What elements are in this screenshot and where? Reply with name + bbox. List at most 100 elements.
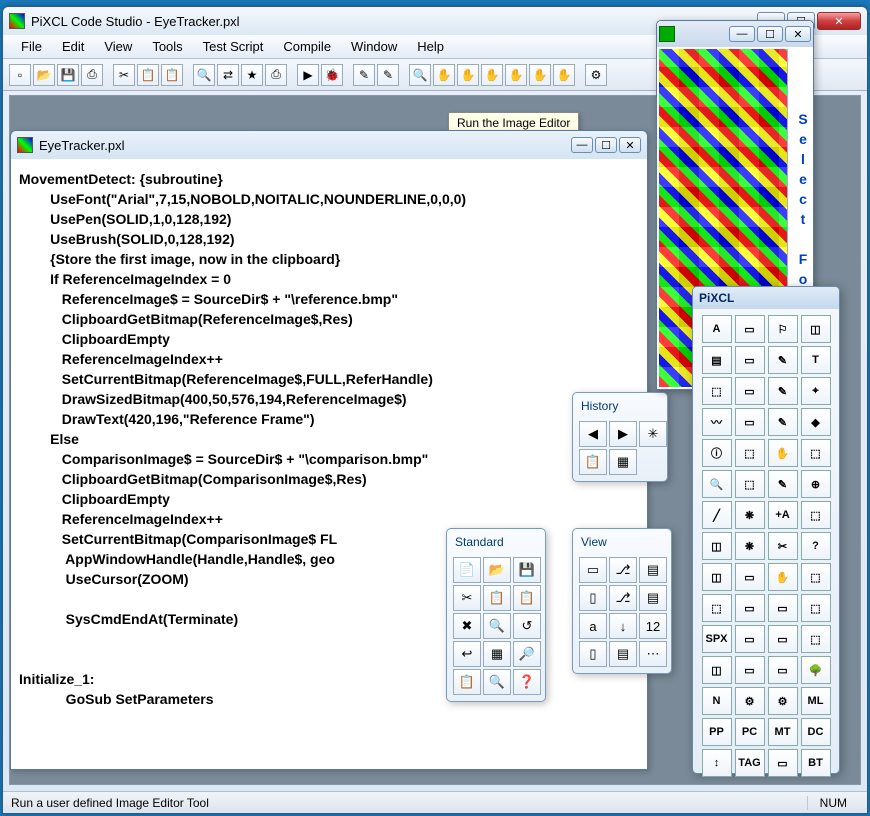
- menu-tools[interactable]: Tools: [142, 36, 192, 57]
- standard-btn-14[interactable]: ❓: [513, 669, 541, 695]
- palette-btn-40[interactable]: SPX: [702, 625, 732, 653]
- palette-btn-20[interactable]: 🔍: [702, 470, 732, 498]
- history-star-button[interactable]: ✳: [639, 421, 667, 447]
- view-btn-9[interactable]: ▯: [579, 641, 607, 667]
- palette-btn-51[interactable]: ML: [801, 687, 831, 715]
- palette-btn-11[interactable]: ⌖: [801, 377, 831, 405]
- palette-btn-59[interactable]: BT: [801, 749, 831, 777]
- view-btn-6[interactable]: a: [579, 613, 607, 639]
- palette-btn-12[interactable]: 〰: [702, 408, 732, 436]
- code-editor[interactable]: MovementDetect: {subroutine} UseFont("Ar…: [11, 159, 647, 769]
- pixcl-maximize-button[interactable]: [757, 26, 783, 42]
- palette-btn-3[interactable]: ◫: [801, 315, 831, 343]
- tb-cut-icon[interactable]: ✂: [113, 64, 135, 86]
- tb-settings-icon[interactable]: ⚙: [585, 64, 607, 86]
- view-btn-7[interactable]: ↓: [609, 613, 637, 639]
- palette-btn-31[interactable]: ?: [801, 532, 831, 560]
- tb-copy-icon[interactable]: 📋: [137, 64, 159, 86]
- history-panel[interactable]: History ◀ ▶ ✳ 📋 ▦: [572, 392, 668, 482]
- palette-btn-29[interactable]: ❋: [735, 532, 765, 560]
- menu-window[interactable]: Window: [341, 36, 407, 57]
- palette-btn-6[interactable]: ✎: [768, 346, 798, 374]
- palette-btn-38[interactable]: ▭: [768, 594, 798, 622]
- standard-btn-4[interactable]: 📋: [483, 585, 511, 611]
- tb-find-icon[interactable]: 🔍: [193, 64, 215, 86]
- palette-btn-35[interactable]: ⬚: [801, 563, 831, 591]
- standard-panel[interactable]: Standard 📄📂💾✂📋📋✖🔍↺↩▦🔎📋🔍❓: [446, 528, 546, 702]
- palette-btn-45[interactable]: ▭: [735, 656, 765, 684]
- palette-btn-34[interactable]: ✋: [768, 563, 798, 591]
- view-btn-4[interactable]: ⎇: [609, 585, 637, 611]
- standard-btn-3[interactable]: ✂: [453, 585, 481, 611]
- tb-hand1-icon[interactable]: ✋: [433, 64, 455, 86]
- standard-btn-9[interactable]: ↩: [453, 641, 481, 667]
- tb-new-icon[interactable]: ▫: [9, 64, 31, 86]
- menu-test-script[interactable]: Test Script: [193, 36, 274, 57]
- palette-btn-2[interactable]: ⚐: [768, 315, 798, 343]
- palette-btn-15[interactable]: ◆: [801, 408, 831, 436]
- tb-hand3-icon[interactable]: ✋: [481, 64, 503, 86]
- pixcl-minimize-button[interactable]: [729, 26, 755, 42]
- palette-btn-8[interactable]: ⬚: [702, 377, 732, 405]
- pixcl-palette[interactable]: PiXCL A▭⚐◫▤▭✎T⬚▭✎⌖〰▭✎◆ⓘ⬚✋⬚🔍⬚✎⊕╱❋+A⬚◫❋✂?◫…: [692, 286, 840, 774]
- palette-btn-55[interactable]: DC: [801, 718, 831, 746]
- palette-btn-52[interactable]: PP: [702, 718, 732, 746]
- palette-btn-56[interactable]: ↕: [702, 749, 732, 777]
- standard-btn-6[interactable]: ✖: [453, 613, 481, 639]
- standard-btn-12[interactable]: 📋: [453, 669, 481, 695]
- palette-btn-4[interactable]: ▤: [702, 346, 732, 374]
- palette-btn-48[interactable]: N: [702, 687, 732, 715]
- standard-btn-2[interactable]: 💾: [513, 557, 541, 583]
- standard-btn-1[interactable]: 📂: [483, 557, 511, 583]
- close-button[interactable]: [817, 12, 861, 30]
- tb-debug-icon[interactable]: 🐞: [321, 64, 343, 86]
- palette-btn-10[interactable]: ✎: [768, 377, 798, 405]
- palette-btn-32[interactable]: ◫: [702, 563, 732, 591]
- view-btn-2[interactable]: ▤: [639, 557, 667, 583]
- palette-btn-39[interactable]: ⬚: [801, 594, 831, 622]
- tb-print-icon[interactable]: ⎙: [265, 64, 287, 86]
- palette-btn-53[interactable]: PC: [735, 718, 765, 746]
- palette-btn-13[interactable]: ▭: [735, 408, 765, 436]
- view-btn-11[interactable]: ⋯: [639, 641, 667, 667]
- history-clip-button[interactable]: 📋: [579, 449, 607, 475]
- palette-btn-1[interactable]: ▭: [735, 315, 765, 343]
- code-close-button[interactable]: ✕: [619, 137, 641, 153]
- palette-btn-5[interactable]: ▭: [735, 346, 765, 374]
- palette-btn-9[interactable]: ▭: [735, 377, 765, 405]
- menu-compile[interactable]: Compile: [273, 36, 341, 57]
- tb-paste-icon[interactable]: 📋: [161, 64, 183, 86]
- palette-btn-17[interactable]: ⬚: [735, 439, 765, 467]
- palette-btn-44[interactable]: ◫: [702, 656, 732, 684]
- tb-replace-icon[interactable]: ⇄: [217, 64, 239, 86]
- palette-btn-43[interactable]: ⬚: [801, 625, 831, 653]
- history-back-button[interactable]: ◀: [579, 421, 607, 447]
- palette-btn-18[interactable]: ✋: [768, 439, 798, 467]
- palette-btn-19[interactable]: ⬚: [801, 439, 831, 467]
- pixcl-close-button[interactable]: ✕: [785, 26, 811, 42]
- palette-btn-26[interactable]: +A: [768, 501, 798, 529]
- palette-btn-28[interactable]: ◫: [702, 532, 732, 560]
- tb-hand2-icon[interactable]: ✋: [457, 64, 479, 86]
- palette-btn-30[interactable]: ✂: [768, 532, 798, 560]
- tb-zoom-icon[interactable]: 🔍: [409, 64, 431, 86]
- palette-btn-22[interactable]: ✎: [768, 470, 798, 498]
- tb-run-icon[interactable]: ▶: [297, 64, 319, 86]
- tb-imgedit2-icon[interactable]: ✎: [377, 64, 399, 86]
- tb-hand6-icon[interactable]: ✋: [553, 64, 575, 86]
- menu-view[interactable]: View: [94, 36, 142, 57]
- palette-btn-33[interactable]: ▭: [735, 563, 765, 591]
- palette-btn-54[interactable]: MT: [768, 718, 798, 746]
- tb-save-icon[interactable]: 💾: [57, 64, 79, 86]
- palette-btn-50[interactable]: ⚙: [768, 687, 798, 715]
- view-btn-3[interactable]: ▯: [579, 585, 607, 611]
- standard-btn-10[interactable]: ▦: [483, 641, 511, 667]
- code-minimize-button[interactable]: [571, 137, 593, 153]
- palette-btn-0[interactable]: A: [702, 315, 732, 343]
- standard-btn-11[interactable]: 🔎: [513, 641, 541, 667]
- palette-btn-47[interactable]: 🌳: [801, 656, 831, 684]
- palette-btn-23[interactable]: ⊕: [801, 470, 831, 498]
- palette-btn-41[interactable]: ▭: [735, 625, 765, 653]
- standard-btn-0[interactable]: 📄: [453, 557, 481, 583]
- view-btn-1[interactable]: ⎇: [609, 557, 637, 583]
